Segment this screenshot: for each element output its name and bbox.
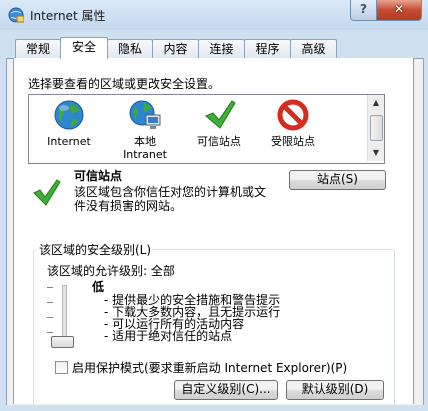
selected-zone-title: 可信站点: [74, 169, 123, 183]
scroll-down-icon[interactable]: ▼: [368, 145, 384, 161]
slider-tick: [47, 317, 53, 318]
zone-internet-label: Internet: [47, 135, 91, 148]
slider-tick: [47, 287, 53, 288]
intranet-icon: [129, 100, 161, 129]
protected-mode-checkbox[interactable]: [55, 361, 68, 374]
tab-privacy[interactable]: 隐私: [107, 39, 153, 58]
slider-tick: [47, 332, 53, 333]
help-button[interactable]: ?: [350, 0, 377, 21]
window-title: Internet 属性: [30, 9, 106, 23]
zone-restricted-label: 受限站点: [271, 135, 315, 148]
selected-zone-description: 该区域包含你信任对您的计算机或文件没有损害的网站。: [74, 185, 267, 213]
zone-trusted-sites[interactable]: 可信站点: [183, 99, 255, 148]
zone-local-intranet[interactable]: 本地 Intranet: [109, 99, 181, 161]
zone-trusted-label: 可信站点: [197, 135, 241, 148]
tab-content[interactable]: 内容: [152, 39, 199, 58]
title-bar: Internet 属性 ? ✕: [0, 0, 428, 30]
tab-security[interactable]: 安全: [60, 37, 108, 59]
tab-general[interactable]: 常规: [15, 39, 61, 58]
allowed-levels-text: 该区域的允许级别: 全部: [47, 264, 175, 278]
zone-intranet-label: 本地 Intranet: [123, 135, 167, 161]
tab-connections[interactable]: 连接: [198, 39, 245, 58]
zone-restricted-sites[interactable]: 受限站点: [257, 99, 329, 148]
zone-internet[interactable]: Internet: [33, 99, 105, 148]
tab-advanced[interactable]: 高级: [290, 39, 337, 58]
security-level-legend: 该区域的安全级别(L): [37, 241, 154, 258]
protected-mode-option[interactable]: 启用保护模式(要求重新启动 Internet Explorer)(P): [55, 359, 347, 376]
scroll-up-icon[interactable]: ▲: [368, 95, 384, 111]
security-level-description: 提供最少的安全措施和警告提示 下载大多数内容，且无提示运行 可以运行所有的活动内…: [104, 294, 280, 342]
security-level-name: 低: [92, 280, 105, 294]
security-level-slider-thumb[interactable]: [51, 336, 74, 348]
close-button[interactable]: ✕: [376, 0, 422, 21]
zone-prompt: 选择要查看的区域或更改安全设置。: [28, 77, 221, 91]
default-level-button[interactable]: 默认级别(D): [286, 380, 384, 400]
sites-button[interactable]: 站点(S): [289, 170, 386, 190]
scroll-thumb[interactable]: [370, 115, 383, 141]
slider-tick: [47, 302, 53, 303]
zones-list[interactable]: Internet 本地 Intranet 可信站点 受限站点: [28, 94, 385, 164]
custom-level-button[interactable]: 自定义级别(C)...: [174, 380, 278, 400]
tab-programs[interactable]: 程序: [244, 39, 291, 58]
internet-options-icon: [8, 7, 24, 23]
prohibited-icon: [277, 99, 309, 131]
globe-icon: [54, 100, 84, 130]
zones-scrollbar[interactable]: ▲ ▼: [367, 95, 384, 161]
trusted-checkmark-icon: [33, 179, 61, 206]
protected-mode-label: 启用保护模式(要求重新启动 Internet Explorer)(P): [72, 361, 348, 375]
level-bullet: 适用于绝对信任的站点: [104, 330, 280, 342]
checkmark-icon: [205, 100, 236, 129]
